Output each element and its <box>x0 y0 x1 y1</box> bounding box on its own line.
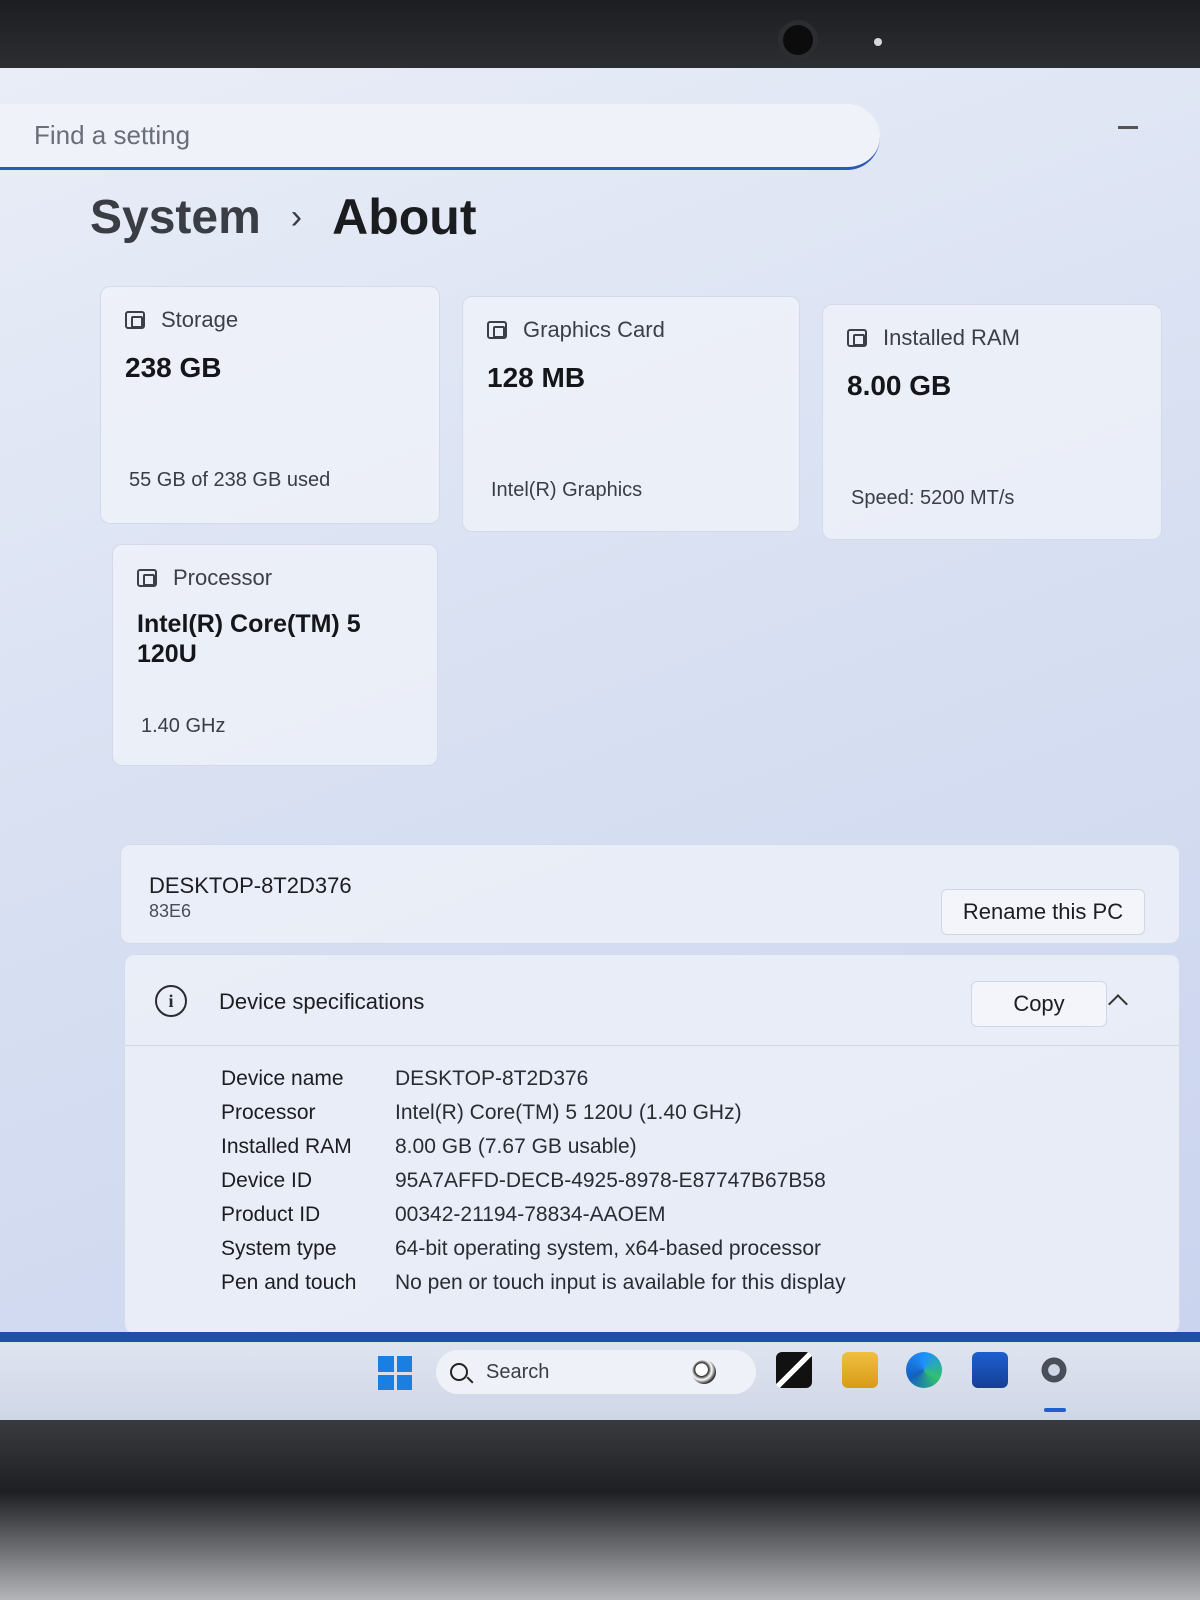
settings-search-box[interactable]: ⌕ <box>0 104 880 170</box>
spec-label: System type <box>221 1237 337 1260</box>
windows-logo-pane <box>378 1374 394 1390</box>
spec-value[interactable]: DESKTOP-8T2D376 <box>395 1067 588 1091</box>
windows-logo-pane <box>396 1374 412 1390</box>
file-explorer-icon[interactable] <box>842 1352 878 1388</box>
graphics-card-title: Graphics Card <box>523 317 665 342</box>
task-view-icon[interactable] <box>776 1352 812 1388</box>
processor-card-header: Processor <box>137 565 272 591</box>
spec-row-processor: Processor Intel(R) Core(TM) 5 120U (1.40… <box>221 1101 742 1125</box>
ram-card-header: Installed RAM <box>847 325 1020 351</box>
processor-value: Intel(R) Core(TM) 5 120U <box>137 610 361 668</box>
spec-row-system-type: System type 64-bit operating system, x64… <box>221 1237 821 1261</box>
spec-row-installed-ram: Installed RAM 8.00 GB (7.67 GB usable) <box>221 1135 637 1159</box>
settings-search-input[interactable] <box>34 120 634 151</box>
storage-icon <box>125 311 145 329</box>
search-icon <box>450 1363 468 1381</box>
graphics-card-header: Graphics Card <box>487 317 665 343</box>
graphics-card-value: 128 MB <box>487 362 586 393</box>
graphics-card-card[interactable]: Graphics Card 128 MB Intel(R) Graphics <box>462 296 800 532</box>
webcam-led <box>874 38 882 46</box>
rename-pc-button[interactable]: Rename this PC <box>941 889 1145 935</box>
breadcrumb: System › About <box>90 188 476 246</box>
device-specifications-title: Device specifications <box>219 989 425 1014</box>
installed-ram-card[interactable]: Installed RAM 8.00 GB Speed: 5200 MT/s <box>822 304 1162 540</box>
spec-value[interactable]: 8.00 GB (7.67 GB usable) <box>395 1135 637 1159</box>
windows-logo-pane <box>378 1356 394 1372</box>
ram-speed: Speed: 5200 MT/s <box>851 487 1015 509</box>
spec-value[interactable]: Intel(R) Core(TM) 5 120U (1.40 GHz) <box>395 1101 742 1125</box>
spec-value[interactable]: 64-bit operating system, x64-based proce… <box>395 1237 821 1261</box>
chevron-up-icon[interactable] <box>1108 994 1128 1014</box>
spec-row-product-id: Product ID 00342-21194-78834-AAOEM <box>221 1203 665 1227</box>
storage-title: Storage <box>161 307 239 332</box>
ram-value: 8.00 GB <box>847 370 952 401</box>
storage-usage: 55 GB of 238 GB used <box>129 469 331 491</box>
taskbar-search[interactable]: Search <box>436 1350 756 1394</box>
storage-card-header: Storage <box>125 307 238 333</box>
spec-label: Device ID <box>221 1169 313 1192</box>
storage-card[interactable]: Storage 238 GB 55 GB of 238 GB used <box>100 286 440 524</box>
taskbar-search-label: Search <box>486 1360 550 1383</box>
minimize-button[interactable] <box>1118 126 1138 129</box>
breadcrumb-system-link[interactable]: System <box>90 190 261 245</box>
spec-row-pen-and-touch: Pen and touch No pen or touch input is a… <box>221 1271 846 1295</box>
pc-name: DESKTOP-8T2D376 <box>149 873 352 898</box>
settings-gear-icon[interactable] <box>1036 1352 1072 1388</box>
ram-icon <box>847 329 867 347</box>
copy-specs-button[interactable]: Copy <box>971 981 1107 1027</box>
chevron-right-icon: › <box>290 197 303 236</box>
webcam <box>778 20 818 60</box>
info-icon: i <box>155 985 187 1017</box>
spec-value[interactable]: No pen or touch input is available for t… <box>395 1271 846 1295</box>
page-title: About <box>332 189 477 245</box>
spec-label: Product ID <box>221 1203 321 1226</box>
laptop-bezel-bottom <box>0 1420 1200 1600</box>
soccer-ball-icon <box>692 1360 716 1384</box>
ram-title: Installed RAM <box>883 325 1020 350</box>
pc-model: 83E6 <box>149 901 192 921</box>
processor-title: Processor <box>173 565 273 590</box>
graphics-card-name: Intel(R) Graphics <box>491 479 643 501</box>
spec-label: Pen and touch <box>221 1271 357 1294</box>
storage-value: 238 GB <box>125 352 222 383</box>
graphics-card-icon <box>487 321 507 339</box>
taskbar: Search <box>0 1332 1200 1420</box>
windows-logo-pane <box>396 1356 412 1372</box>
processor-speed: 1.40 GHz <box>141 715 226 737</box>
spec-row-device-id: Device ID 95A7AFFD-DECB-4925-8978-E87747… <box>221 1169 826 1193</box>
spec-value[interactable]: 95A7AFFD-DECB-4925-8978-E87747B67B58 <box>395 1169 826 1193</box>
device-specifications-section: i Device specifications Copy Device name… <box>124 954 1180 1334</box>
settings-window: ⌕ System › About Storage 238 GB 55 GB of… <box>0 68 1200 1420</box>
pc-name-section: DESKTOP-8T2D376 83E6 Rename this PC <box>120 844 1180 944</box>
active-app-indicator <box>1044 1408 1066 1412</box>
store-icon[interactable] <box>972 1352 1008 1388</box>
spec-label: Device name <box>221 1067 344 1090</box>
edge-browser-icon[interactable] <box>906 1352 942 1388</box>
processor-icon <box>137 569 157 587</box>
spec-label: Processor <box>221 1101 316 1124</box>
spec-row-device-name: Device name DESKTOP-8T2D376 <box>221 1067 588 1091</box>
spec-value[interactable]: 00342-21194-78834-AAOEM <box>395 1203 665 1227</box>
windows-start-icon[interactable] <box>378 1356 412 1390</box>
divider <box>125 1045 1179 1046</box>
spec-label: Installed RAM <box>221 1135 352 1158</box>
processor-card[interactable]: Processor Intel(R) Core(TM) 5 120U 1.40 … <box>112 544 438 766</box>
